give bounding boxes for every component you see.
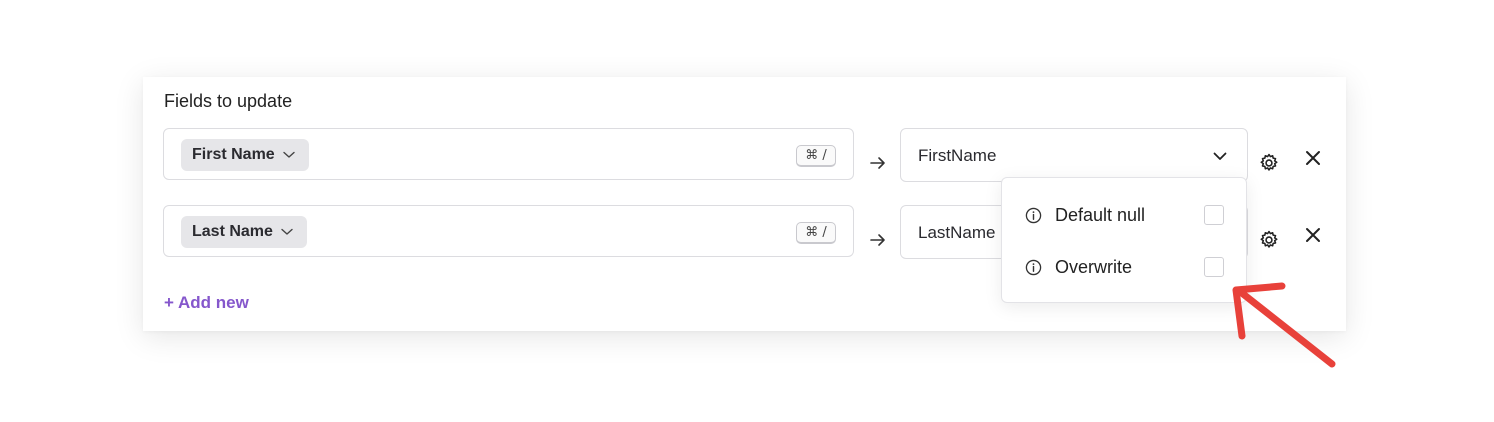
add-new-link[interactable]: + Add new xyxy=(164,293,249,313)
option-label: Default null xyxy=(1055,204,1146,225)
info-icon xyxy=(1025,207,1042,223)
close-icon[interactable] xyxy=(1304,226,1322,244)
arrow-right-icon xyxy=(870,157,885,169)
option-default-null[interactable]: Default null xyxy=(1025,202,1224,228)
source-field-chip[interactable]: Last Name xyxy=(181,216,307,248)
arrow-right-icon xyxy=(870,234,885,246)
shortcut-hint: ⌘ / xyxy=(796,222,836,244)
chevron-down-icon xyxy=(281,228,293,236)
source-field-label: Last Name xyxy=(192,223,273,240)
chevron-down-icon xyxy=(283,151,295,159)
field-options-popover: Default null Overwrite xyxy=(1001,177,1247,303)
source-field-label: First Name xyxy=(192,146,275,163)
chevron-down-icon[interactable] xyxy=(1213,148,1227,166)
option-label: Overwrite xyxy=(1055,256,1133,277)
destination-field-value: FirstName xyxy=(918,146,997,165)
section-title: Fields to update xyxy=(164,91,293,111)
destination-field-row-1[interactable]: FirstName xyxy=(900,128,1248,182)
default-null-checkbox[interactable] xyxy=(1204,205,1224,225)
gear-icon[interactable] xyxy=(1258,229,1280,251)
annotation-arrow-icon xyxy=(1232,282,1336,368)
overwrite-checkbox[interactable] xyxy=(1204,257,1224,277)
close-icon[interactable] xyxy=(1304,149,1322,167)
source-field-row-2[interactable]: Last Name ⌘ / xyxy=(163,205,854,257)
destination-field-value: LastName xyxy=(918,223,996,242)
source-field-row-1[interactable]: First Name ⌘ / xyxy=(163,128,854,180)
option-overwrite[interactable]: Overwrite xyxy=(1025,254,1224,280)
source-field-chip[interactable]: First Name xyxy=(181,139,309,171)
shortcut-hint: ⌘ / xyxy=(796,145,836,167)
info-icon xyxy=(1025,259,1042,275)
gear-icon[interactable] xyxy=(1258,152,1280,174)
